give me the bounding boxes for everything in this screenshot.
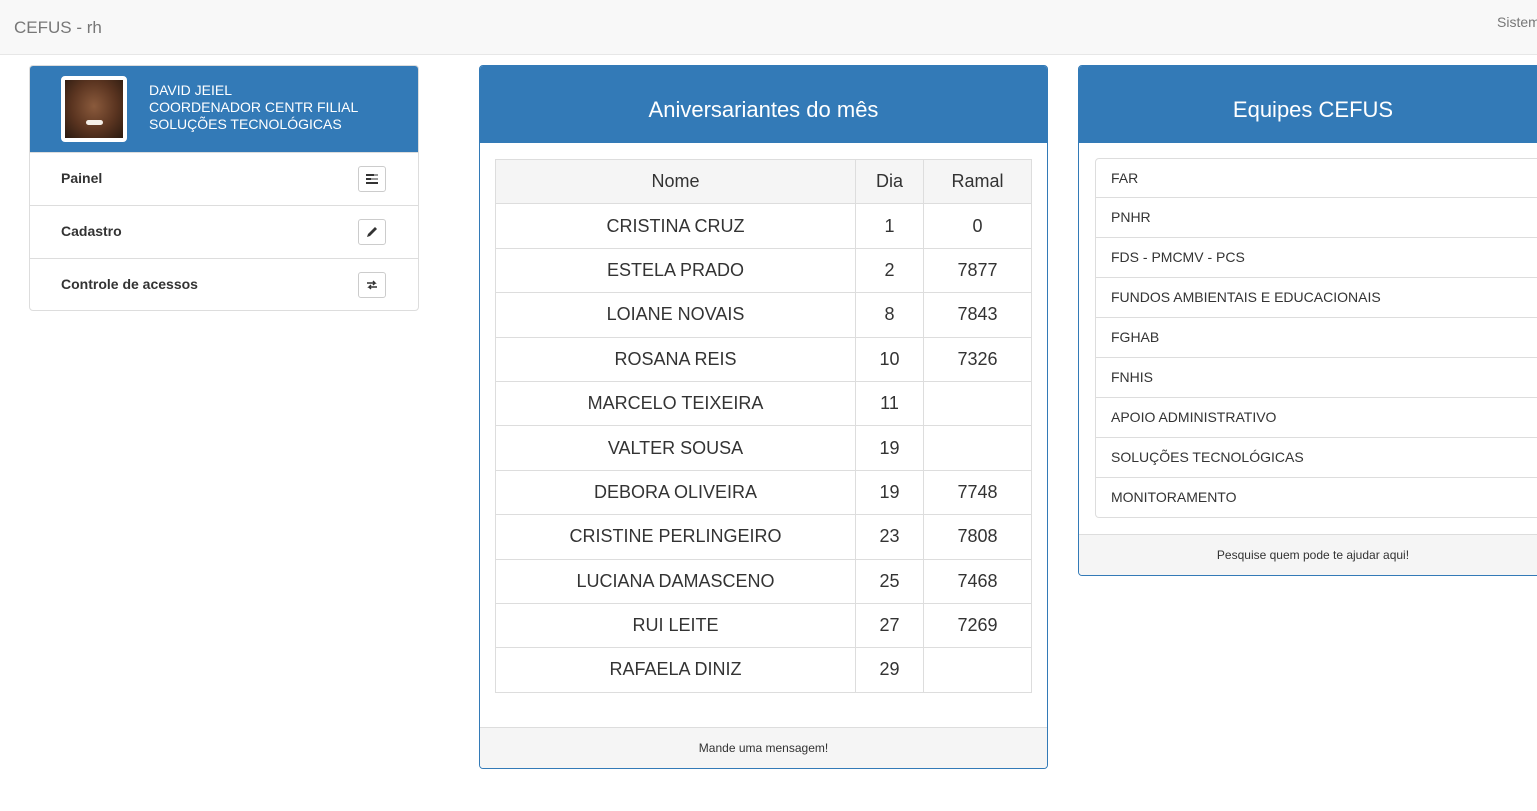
teams-list: FAR PNHR FDS - PMCMV - PCS FUNDOS AMBIEN…	[1095, 158, 1537, 518]
painel-button[interactable]	[358, 166, 386, 192]
table-row: RUI LEITE 27 7269	[495, 602, 1032, 649]
cell-dia: 11	[855, 380, 924, 427]
cell-ramal: 0	[923, 203, 1032, 249]
profile-role: COORDENADOR CENTR FILIAL	[149, 99, 359, 115]
birthdays-panel: Aniversariantes do mês Nome Dia Ramal CR…	[479, 65, 1048, 769]
table-row: ESTELA PRADO 2 7877	[495, 247, 1032, 294]
cell-ramal	[923, 647, 1032, 693]
team-item-fnhis[interactable]: FNHIS	[1095, 358, 1537, 398]
cell-nome: ESTELA PRADO	[495, 247, 856, 294]
cell-nome: CRISTINE PERLINGEIRO	[495, 514, 856, 560]
cell-ramal: 7326	[923, 336, 1032, 382]
table-row: VALTER SOUSA 19	[495, 425, 1032, 471]
cell-ramal: 7877	[923, 247, 1032, 294]
cell-dia: 25	[855, 558, 924, 604]
profile-name: DAVID JEIEL	[149, 82, 232, 98]
profile-header: DAVID JEIEL COORDENADOR CENTR FILIAL SOL…	[30, 66, 418, 152]
team-item-far[interactable]: FAR	[1095, 158, 1537, 198]
cell-dia: 23	[855, 514, 924, 560]
navbar-link-sistema[interactable]: Sistem	[1497, 14, 1537, 30]
table-row: LUCIANA DAMASCENO 25 7468	[495, 558, 1032, 604]
team-item-pnhr[interactable]: PNHR	[1095, 198, 1537, 238]
cell-nome: RAFAELA DINIZ	[495, 647, 856, 693]
cell-nome: LUCIANA DAMASCENO	[495, 558, 856, 604]
cell-dia: 29	[855, 647, 924, 693]
cell-dia: 2	[855, 247, 924, 294]
menu-item-label: Painel	[61, 170, 103, 186]
controle-acessos-button[interactable]	[358, 272, 386, 298]
menu-item-controle-acessos[interactable]: Controle de acessos	[30, 258, 418, 310]
avatar	[61, 76, 127, 142]
cell-ramal	[923, 425, 1032, 471]
transfer-icon	[367, 280, 377, 290]
cell-dia: 8	[855, 292, 924, 338]
cell-nome: VALTER SOUSA	[495, 425, 856, 471]
birthdays-table: Nome Dia Ramal CRISTINA CRUZ 1 0 ESTELA PR…	[495, 158, 1032, 693]
cell-nome: DEBORA OLIVEIRA	[495, 469, 856, 516]
cell-nome: RUI LEITE	[495, 602, 856, 649]
table-row: DEBORA OLIVEIRA 19 7748	[495, 469, 1032, 516]
menu-item-cadastro[interactable]: Cadastro	[30, 205, 418, 258]
column-header-dia: Dia	[855, 158, 924, 205]
cell-dia: 19	[855, 425, 924, 471]
cell-ramal: 7808	[923, 514, 1032, 560]
cell-nome: MARCELO TEIXEIRA	[495, 380, 856, 427]
cell-nome: ROSANA REIS	[495, 336, 856, 382]
team-item-fundos[interactable]: FUNDOS AMBIENTAIS E EDUCACIONAIS	[1095, 278, 1537, 318]
table-row: LOIANE NOVAIS 8 7843	[495, 292, 1032, 338]
cell-dia: 27	[855, 602, 924, 649]
menu-item-label: Cadastro	[61, 223, 122, 239]
search-help-link[interactable]: Pesquise quem pode te ajudar aqui!	[1079, 534, 1537, 575]
cell-nome: LOIANE NOVAIS	[495, 292, 856, 338]
cell-dia: 10	[855, 336, 924, 382]
cell-dia: 19	[855, 469, 924, 516]
birthdays-title: Aniversariantes do mês	[480, 66, 1047, 143]
menu-item-painel[interactable]: Painel	[30, 152, 418, 205]
menu-item-label: Controle de acessos	[61, 276, 198, 292]
table-row: RAFAELA DINIZ 29	[495, 647, 1032, 693]
team-item-apoio[interactable]: APOIO ADMINISTRATIVO	[1095, 398, 1537, 438]
cell-ramal: 7843	[923, 292, 1032, 338]
cell-ramal: 7748	[923, 469, 1032, 516]
cadastro-button[interactable]	[358, 219, 386, 245]
column-header-ramal: Ramal	[923, 158, 1032, 205]
cell-ramal: 7269	[923, 602, 1032, 649]
navbar-brand[interactable]: CEFUS - rh	[14, 18, 102, 38]
table-row: CRISTINA CRUZ 1 0	[495, 203, 1032, 249]
profile-panel: DAVID JEIEL COORDENADOR CENTR FILIAL SOL…	[29, 65, 419, 311]
profile-unit: SOLUÇÕES TECNOLÓGICAS	[149, 116, 342, 132]
teams-title: Equipes CEFUS	[1079, 66, 1537, 143]
table-header-row: Nome Dia Ramal	[495, 158, 1032, 205]
team-item-monitoramento[interactable]: MONITORAMENTO	[1095, 478, 1537, 518]
table-row: MARCELO TEIXEIRA 11	[495, 380, 1032, 427]
team-item-solucoes[interactable]: SOLUÇÕES TECNOLÓGICAS	[1095, 438, 1537, 478]
top-navbar: CEFUS - rh Sistem	[0, 0, 1537, 55]
cell-dia: 1	[855, 203, 924, 249]
tasks-icon	[366, 174, 378, 184]
team-item-fds[interactable]: FDS - PMCMV - PCS	[1095, 238, 1537, 278]
profile-info: DAVID JEIEL COORDENADOR CENTR FILIAL SOL…	[149, 82, 358, 133]
cell-ramal	[923, 380, 1032, 427]
cell-nome: CRISTINA CRUZ	[495, 203, 856, 249]
pencil-icon	[367, 227, 377, 237]
table-row: CRISTINE PERLINGEIRO 23 7808	[495, 514, 1032, 560]
team-item-fghab[interactable]: FGHAB	[1095, 318, 1537, 358]
cell-ramal: 7468	[923, 558, 1032, 604]
teams-panel: Equipes CEFUS FAR PNHR FDS - PMCMV - PCS…	[1078, 65, 1537, 576]
send-message-link[interactable]: Mande uma mensagem!	[480, 727, 1047, 768]
column-header-nome: Nome	[495, 158, 856, 205]
table-row: ROSANA REIS 10 7326	[495, 336, 1032, 382]
